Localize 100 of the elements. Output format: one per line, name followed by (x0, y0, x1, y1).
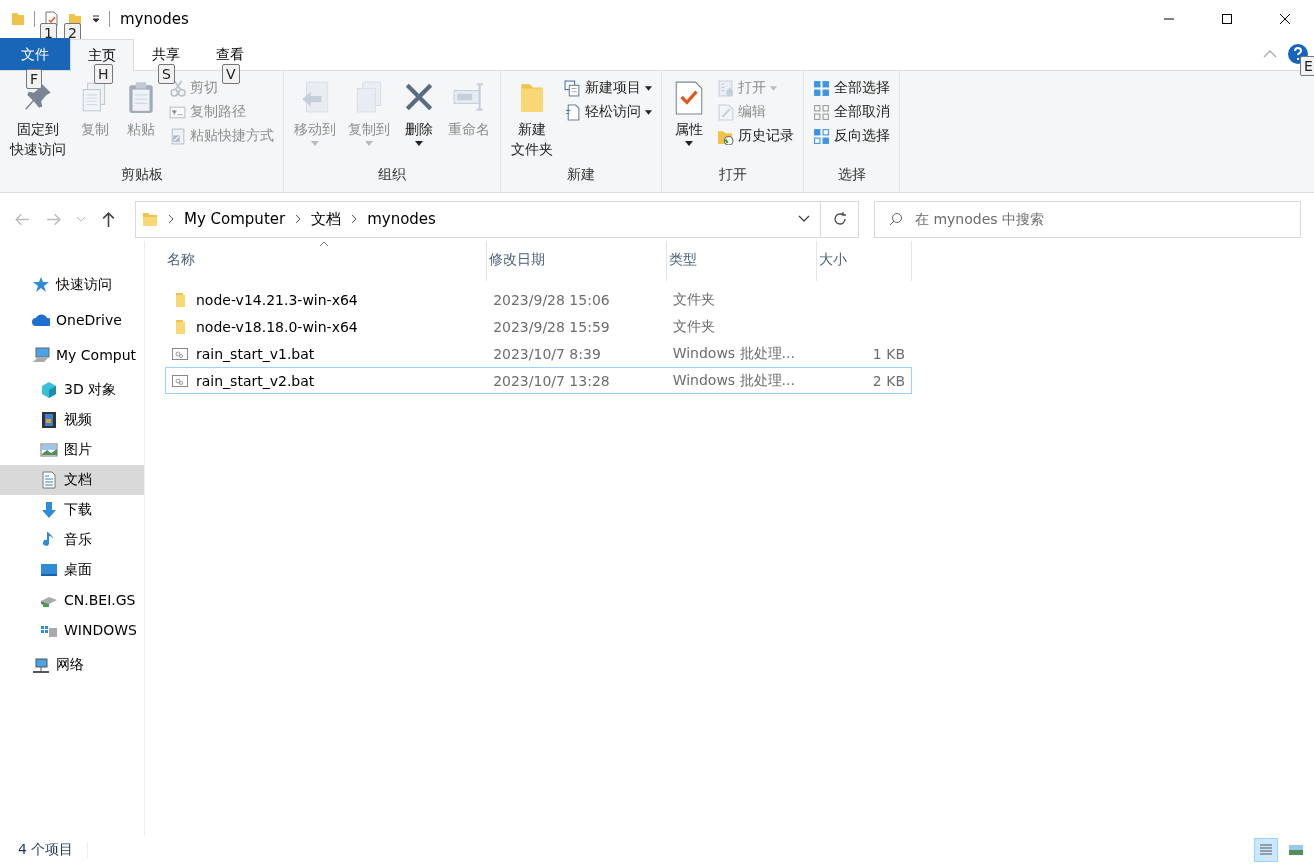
open-icon (717, 79, 734, 97)
easy-access-icon (564, 103, 581, 121)
file-name: node-v18.18.0-win-x64 (196, 318, 358, 335)
folder-icon (10, 11, 26, 27)
address-bar[interactable]: My Computer 文档 mynodes (135, 200, 821, 238)
chevron-right-icon (168, 214, 174, 224)
folder-icon (142, 211, 158, 227)
nav-item[interactable]: 文档 (0, 465, 144, 495)
details-view-icon[interactable] (1254, 838, 1278, 862)
ribbon-button[interactable]: 新建 文件夹 (507, 75, 557, 166)
table-cell-text: 文件夹 (671, 290, 716, 309)
table-cell: 1 KB (872, 345, 905, 362)
keytip: H (94, 64, 113, 84)
down-arrow-icon (40, 501, 58, 519)
chevron-right-icon (351, 214, 358, 224)
nav-item[interactable]: 视频 (0, 405, 144, 435)
search-field[interactable]: 在 mynodes 中搜索 (874, 200, 1301, 238)
image-tile-icon (1288, 842, 1304, 858)
nav-item[interactable]: 3D 对象 (0, 375, 144, 405)
search-icon (888, 210, 904, 227)
shortcut-icon (169, 127, 186, 145)
file-row[interactable]: node-v14.21.3-win-x64 2023/9/28 15:06 文件夹 (165, 286, 912, 313)
group-label: 组织 (377, 166, 407, 184)
ribbon-tab[interactable]: 文件 (0, 38, 70, 70)
nav-item[interactable]: 下载 (0, 495, 144, 525)
invert-selection-icon (813, 127, 830, 145)
keytip: E (1300, 56, 1314, 76)
chevron-right-icon (295, 214, 302, 224)
breadcrumb[interactable]: 文档 (311, 209, 342, 229)
computer-icon (32, 346, 50, 364)
image-icon (40, 441, 58, 459)
file-name: node-v14.21.3-win-x64 (196, 291, 358, 308)
film-icon (40, 411, 58, 429)
table-cell-text: 2023/9/28 15:06 (492, 291, 611, 308)
refresh-button[interactable] (821, 200, 859, 238)
scissors-icon (169, 79, 186, 97)
column-header[interactable]: 修改日期 (487, 241, 667, 281)
chevron-down-icon[interactable] (798, 215, 810, 223)
file-name: rain_start_v1.bat (196, 345, 315, 362)
select-all-icon (813, 79, 830, 97)
file-row[interactable]: rain_start_v2.bat 2023/10/7 13:28 Windows 批处理... 2 KB (165, 367, 912, 394)
column-header[interactable]: 名称 (165, 241, 487, 281)
nav-item[interactable]: 桌面 (0, 555, 144, 585)
close-icon (1279, 13, 1291, 25)
edit-icon (717, 103, 734, 121)
nav-item[interactable]: OneDrive (0, 305, 144, 335)
cube-icon (40, 381, 58, 399)
cloud-icon (32, 311, 50, 329)
table-cell-text: Windows 批处理... (671, 344, 796, 363)
file-row[interactable]: node-v18.18.0-win-x64 2023/9/28 15:59 文件夹 (165, 313, 912, 340)
ribbon-button[interactable]: 反向选择 (810, 125, 893, 147)
table-cell-text: 2023/9/28 15:59 (492, 318, 611, 335)
ribbon-button[interactable]: 新建项目 (561, 77, 655, 99)
dropdown-icon[interactable] (91, 14, 101, 24)
nav-item[interactable]: WINDOWS (0, 615, 144, 645)
ribbon-button[interactable]: 轻松访问 (561, 101, 655, 123)
table-cell-text: 2023/10/7 8:39 (492, 345, 602, 362)
batch-file-icon (172, 372, 188, 389)
maximize-icon (1221, 13, 1233, 25)
ribbon-button[interactable]: 全部选择 (810, 77, 893, 99)
up-arrow-icon[interactable] (100, 210, 117, 228)
refresh-icon (831, 211, 848, 227)
group-label: 选择 (836, 166, 867, 184)
breadcrumb[interactable]: mynodes (367, 210, 436, 228)
nav-item[interactable]: 图片 (0, 435, 144, 465)
group-label: 打开 (717, 166, 748, 184)
keytip: S (158, 64, 175, 84)
nav-item[interactable]: 快速访问 (0, 270, 144, 300)
table-cell-text: 文件夹 (671, 317, 716, 336)
collapse-ribbon-icon[interactable] (1262, 49, 1278, 59)
nav-item[interactable]: CN.BEI.GS (0, 585, 144, 615)
table-cell-text: 2023/10/7 13:28 (492, 372, 611, 389)
window-title: mynodes (120, 10, 189, 28)
column-header[interactable]: 大小 (817, 241, 912, 281)
document-icon (40, 471, 58, 489)
table-cell: 2 KB (872, 372, 905, 389)
ribbon-button[interactable]: 历史记录 (714, 125, 797, 147)
file-name: rain_start_v2.bat (196, 372, 315, 389)
ribbon-button[interactable]: 删除 (398, 75, 440, 166)
nav-item[interactable]: 音乐 (0, 525, 144, 555)
keytip: F (26, 69, 43, 89)
group-label: 新建 (566, 166, 596, 184)
network-icon (32, 656, 50, 674)
select-none-icon (813, 103, 830, 121)
file-row[interactable]: rain_start_v1.bat 2023/10/7 8:39 Windows 批处理... 1 KB (165, 340, 912, 367)
keytip: V (222, 64, 240, 84)
table-cell-text: Windows 批处理... (671, 371, 796, 390)
breadcrumb[interactable]: My Computer (184, 210, 286, 228)
list-lines-icon (1258, 842, 1274, 858)
batch-file-icon (172, 345, 188, 362)
item-count: 4 个项目 (18, 841, 74, 859)
new-item-icon (564, 79, 581, 97)
nav-item[interactable]: My Comput (0, 340, 144, 370)
group-label: 剪贴板 (119, 166, 164, 184)
ribbon-button[interactable]: 属性 (668, 75, 710, 166)
nav-item[interactable]: 网络 (0, 650, 144, 680)
ribbon-button[interactable]: 全部取消 (810, 101, 893, 123)
star-icon (32, 276, 50, 294)
desktop-icon (40, 561, 58, 579)
column-header[interactable]: 类型 (667, 241, 817, 281)
